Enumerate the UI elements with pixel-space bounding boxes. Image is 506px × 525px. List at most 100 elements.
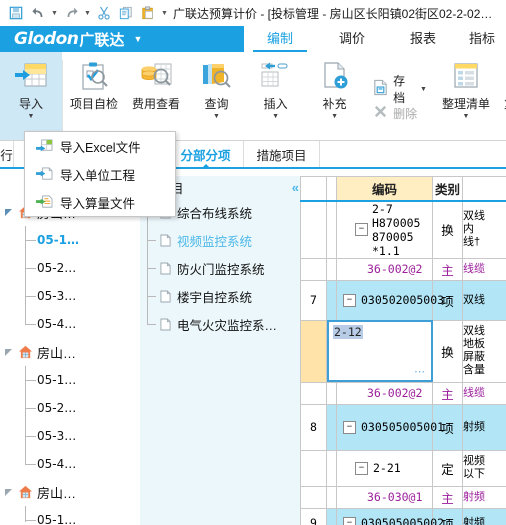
tree-child-05-1-b[interactable]: 05-1…	[0, 366, 140, 394]
undo-icon[interactable]	[28, 3, 48, 23]
tree-child-label: 05-4…	[37, 457, 77, 471]
tree-child-05-4-b[interactable]: 05-4…	[0, 450, 140, 478]
expander-icon[interactable]: −	[355, 461, 368, 475]
query-dropdown-caret-icon[interactable]: ▼	[213, 112, 220, 121]
nav-tab-tiaojia[interactable]: 调价	[316, 26, 388, 52]
nav-tab-bianzhi[interactable]: 编制	[244, 26, 316, 52]
house-icon	[16, 345, 34, 359]
table-row[interactable]: 2-12 ⋯ 换 双线 地板 屏蔽 含量	[300, 319, 506, 383]
tree-child-05-2-a[interactable]: 05-2…	[0, 254, 140, 282]
organize-list-label: 整理清单	[441, 97, 490, 111]
row-number: 9	[300, 507, 327, 525]
table-row[interactable]: − 2-21 定 视频 以下	[300, 449, 506, 487]
menu-item-import-unit-project[interactable]: 导入单位工程	[25, 160, 175, 188]
row-code-cell[interactable]: 36-002@2	[336, 381, 433, 405]
row-code-cell[interactable]: − 2-21	[336, 449, 433, 487]
system-item-1[interactable]: 视频监控系统	[140, 212, 300, 254]
collapse-panel-icon[interactable]: «	[292, 180, 299, 195]
redo-dropdown-caret-icon[interactable]: ▼	[83, 4, 92, 22]
file-icon	[158, 233, 172, 248]
tree-child-05-3-a[interactable]: 05-3…	[0, 282, 140, 310]
grid-header-code[interactable]: 编码	[336, 176, 433, 202]
table-row[interactable]: − 2-7 H870005 870005 *1.1 换 双线 内 线†	[300, 200, 506, 259]
organize-list-button[interactable]: 整理清单 ▼	[435, 52, 497, 140]
grid-header-category[interactable]: 类别	[432, 176, 463, 202]
redo-icon[interactable]	[61, 3, 81, 23]
tree-child-05-4-a[interactable]: 05-4…	[0, 310, 140, 338]
code-edit-cell[interactable]: 2-12 ⋯	[326, 319, 433, 383]
archive-dropdown-caret-icon[interactable]: ▼	[420, 86, 427, 93]
import-button[interactable]: 导入 ▼	[0, 52, 62, 140]
nav-tab-zhibiao[interactable]: 指标	[458, 26, 506, 52]
row-code-cell[interactable]: − 030505005001	[336, 403, 444, 451]
system-item-label: 视频监控系统	[177, 234, 253, 249]
paste-icon[interactable]	[138, 3, 158, 23]
row-code-cell[interactable]: − 030502005003	[336, 279, 444, 321]
row-name: 双线 内 线†	[462, 200, 506, 259]
tree-child-05-1-c[interactable]: 05-1…	[0, 506, 140, 525]
undo-dropdown-caret-icon[interactable]: ▼	[50, 4, 59, 22]
expander-icon[interactable]: −	[343, 293, 356, 307]
brand-logo[interactable]: Glodon 广联达 ▼	[0, 26, 244, 52]
organize-list-dropdown-caret-icon[interactable]: ▼	[462, 112, 469, 121]
row-code-cell[interactable]: 36-002@2	[336, 257, 433, 281]
tree-child-05-1-a[interactable]: 05-1…	[0, 226, 140, 254]
expand-arrow-icon[interactable]	[0, 208, 16, 217]
tree-node-project-3[interactable]: 房山…	[0, 478, 140, 506]
code-edit-value[interactable]: 2-12	[333, 324, 363, 339]
row-code-cell[interactable]: − 030505005002	[336, 507, 444, 525]
grid-header-name[interactable]	[462, 176, 506, 202]
menu-item-label: 导入算量文件	[60, 196, 136, 211]
cut-icon[interactable]	[94, 3, 114, 23]
menu-item-import-quantity-file[interactable]: 导入算量文件	[25, 188, 175, 216]
query-button[interactable]: 查询 ▼	[187, 52, 246, 140]
file-icon	[158, 317, 172, 332]
tab-cuoshi-xiangmu[interactable]: 措施项目	[244, 141, 320, 167]
menu-item-import-excel[interactable]: 导入Excel文件	[25, 132, 175, 160]
tree-child-label: 05-4…	[37, 317, 77, 331]
copy-icon[interactable]	[116, 3, 136, 23]
nav-tab-baobiao[interactable]: 报表	[388, 26, 458, 52]
tree-child-05-3-b[interactable]: 05-3…	[0, 422, 140, 450]
insert-dropdown-caret-icon[interactable]: ▼	[272, 112, 279, 121]
system-item-2[interactable]: 防火门监控系统	[140, 240, 300, 282]
cost-view-button[interactable]: 费用查看	[125, 52, 187, 140]
row-name: 双线	[462, 279, 506, 321]
expand-arrow-icon[interactable]	[0, 348, 16, 357]
brand-dropdown-caret-icon[interactable]: ▼	[133, 34, 142, 44]
tab-fenbu-fenxiang[interactable]: 分部分项	[168, 141, 244, 169]
import-dropdown-caret-icon[interactable]: ▼	[28, 112, 35, 121]
row-code-cell[interactable]: 36-030@1	[336, 485, 433, 509]
table-row[interactable]: 7 − 030502005003 项 双线	[300, 279, 506, 321]
row-number	[300, 449, 327, 487]
tree-node-project-2[interactable]: 房山…	[0, 338, 140, 366]
insert-button[interactable]: 插入 ▼	[246, 52, 305, 140]
reuse-data-button[interactable]: 复用数据	[497, 52, 506, 140]
save-icon[interactable]	[6, 3, 26, 23]
table-row[interactable]: 36-002@2 主 线缆	[300, 381, 506, 405]
expander-icon[interactable]: −	[343, 420, 356, 434]
expander-icon[interactable]: −	[343, 516, 356, 525]
overflow-caret-icon[interactable]: ▼	[160, 4, 169, 22]
table-row[interactable]: 8 − 030505005001 项 射频	[300, 403, 506, 451]
archive-button[interactable]: 存档 ▼	[368, 74, 431, 105]
code-picker-ellipsis-button[interactable]: ⋯	[414, 365, 426, 378]
quantity-file-import-icon	[35, 194, 53, 210]
table-row[interactable]: 36-002@2 主 线缆	[300, 257, 506, 281]
tab-partial-left[interactable]: 行	[0, 141, 14, 167]
supplement-dropdown-caret-icon[interactable]: ▼	[331, 112, 338, 121]
table-row[interactable]: 9 − 030505005002 项 射频	[300, 507, 506, 525]
delete-button[interactable]: 删除	[368, 101, 431, 125]
supplement-button[interactable]: 补充 ▼	[305, 52, 364, 140]
file-icon	[158, 261, 172, 276]
import-button-label: 导入	[18, 97, 43, 111]
table-row[interactable]: 36-030@1 主 射频	[300, 485, 506, 509]
system-item-3[interactable]: 楼宇自控系统	[140, 268, 300, 310]
row-code-text: 030505005002	[361, 516, 445, 525]
expand-arrow-icon[interactable]	[0, 488, 16, 497]
row-code-cell[interactable]: − 2-7 H870005 870005 *1.1	[336, 200, 433, 259]
expander-icon[interactable]: −	[355, 223, 368, 236]
project-check-button[interactable]: 项目自检	[63, 52, 125, 140]
system-item-4[interactable]: 电气火灾监控系…	[140, 296, 300, 338]
tree-child-05-2-b[interactable]: 05-2…	[0, 394, 140, 422]
